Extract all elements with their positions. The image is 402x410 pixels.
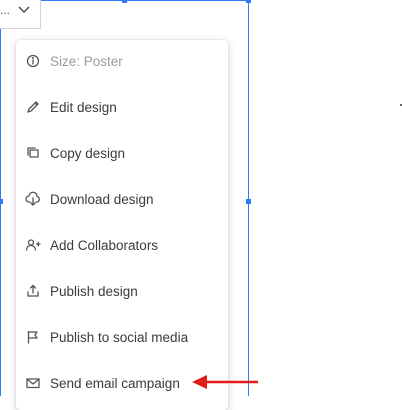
pencil-icon [27, 101, 39, 113]
menu-item-download-design[interactable]: Download design [16, 184, 228, 214]
add-user-icon [25, 239, 41, 251]
upload-icon [27, 284, 39, 297]
menu-item-size: Size: Poster [16, 46, 228, 76]
resize-handle[interactable] [0, 199, 3, 204]
menu-item-label: Size: Poster [50, 53, 123, 69]
info-icon [26, 54, 40, 68]
copy-icon [27, 147, 39, 158]
menu-item-label: Add Collaborators [50, 237, 159, 253]
menu-item-add-collaborators[interactable]: Add Collaborators [16, 230, 228, 260]
resize-handle[interactable] [246, 199, 251, 204]
cloud-download-icon [25, 191, 40, 206]
mail-icon [26, 378, 40, 389]
annotation-arrow [192, 375, 258, 389]
resize-handle[interactable] [122, 0, 127, 3]
flag-icon [27, 330, 38, 344]
menu-item-publish-design[interactable]: Publish design [16, 276, 228, 306]
menu-item-label: Send email campaign [50, 375, 180, 391]
menu-item-copy-design[interactable]: Copy design [16, 138, 228, 168]
menu-item-label: Download design [50, 191, 154, 207]
menu-item-label: Publish design [50, 283, 138, 299]
menu-item-publish-social[interactable]: Publish to social media [16, 322, 228, 352]
menu-item-label: Copy design [50, 145, 126, 161]
chevron-down-icon [18, 6, 30, 13]
design-options-menu: Size: Poster Edit design Copy design Dow… [16, 40, 228, 410]
menu-item-edit-design[interactable]: Edit design [16, 92, 228, 122]
menu-item-label: Publish to social media [50, 329, 189, 345]
menu-item-label: Edit design [50, 99, 117, 115]
resize-handle[interactable] [246, 0, 251, 3]
truncated-text: ... [0, 3, 11, 17]
design-options-toggle[interactable]: ... [0, 0, 41, 29]
